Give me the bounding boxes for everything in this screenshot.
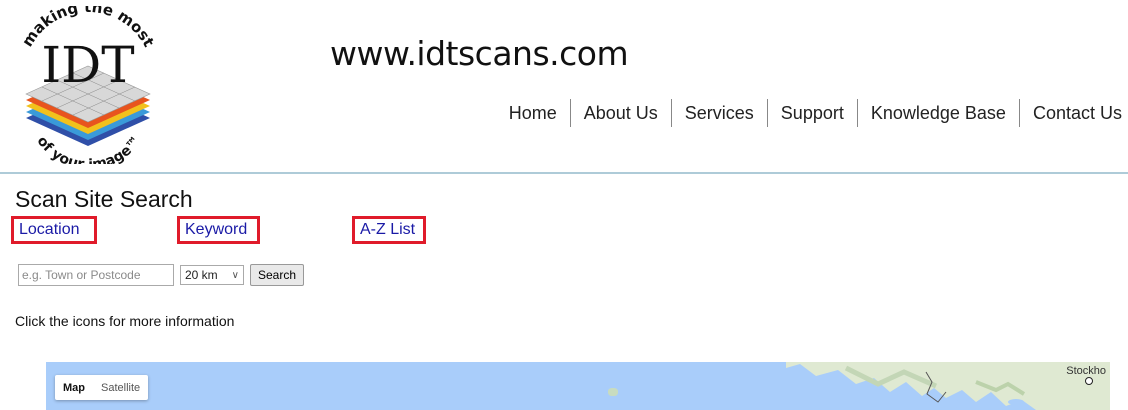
tab-location[interactable]: Location: [11, 216, 97, 244]
map-view-button[interactable]: Map: [55, 382, 93, 394]
nav-knowledge-base[interactable]: Knowledge Base: [858, 101, 1019, 125]
map-island: [608, 388, 618, 396]
location-search-form: 20 km ∨ Search: [18, 264, 305, 286]
search-button[interactable]: Search: [250, 264, 305, 286]
nav-support[interactable]: Support: [768, 101, 857, 125]
logo-text: IDT: [41, 36, 134, 94]
main-nav: Home About Us Services Support Knowledge…: [496, 99, 1122, 127]
nav-contact-us[interactable]: Contact Us: [1020, 101, 1122, 125]
map-type-control: Map Satellite: [55, 375, 149, 400]
radius-select[interactable]: 20 km ∨: [180, 265, 244, 285]
chevron-down-icon: ∨: [231, 269, 239, 281]
nav-services[interactable]: Services: [672, 101, 767, 125]
nav-about-us[interactable]: About Us: [571, 101, 671, 125]
page-title: Scan Site Search: [15, 186, 193, 212]
map-land: [786, 362, 1110, 410]
tab-az-list[interactable]: A-Z List: [352, 216, 426, 244]
map-city-label: Stockho: [1066, 365, 1106, 377]
map-hint-text: Click the icons for more information: [15, 313, 235, 329]
satellite-view-button[interactable]: Satellite: [93, 382, 148, 394]
map-view[interactable]: Map Satellite Stockho: [46, 362, 1110, 410]
site-url-heading: www.idtscans.com: [330, 34, 629, 73]
radius-value: 20 km: [185, 268, 218, 282]
location-search-input[interactable]: [18, 264, 174, 286]
nav-home[interactable]: Home: [496, 101, 570, 125]
header-divider: [0, 172, 1128, 174]
tab-keyword[interactable]: Keyword: [177, 216, 260, 244]
city-marker-icon: [1085, 377, 1093, 385]
idt-logo[interactable]: making the most IDT of your image™: [10, 6, 166, 164]
